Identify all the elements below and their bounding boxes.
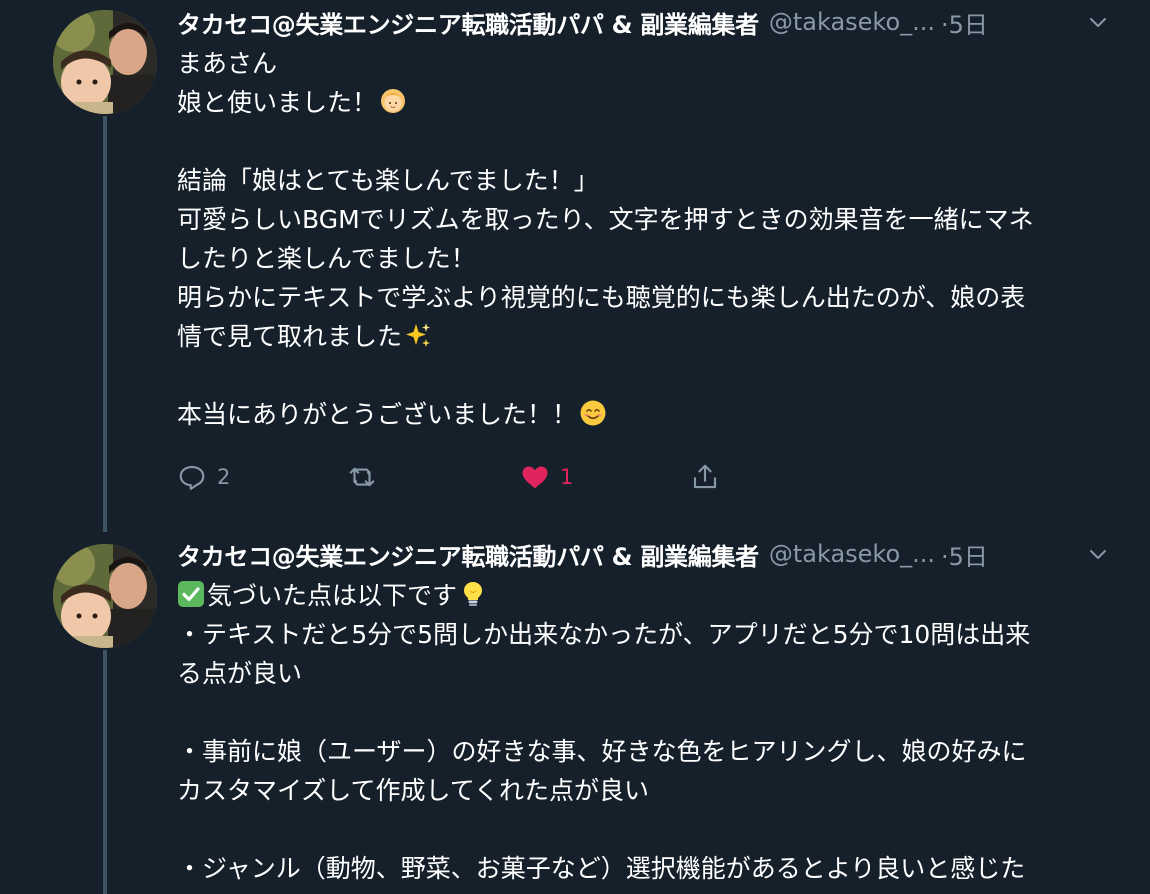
tweet[interactable]: タカセコ@失業エンジニア転職活動パパ & 副業編集者 @takaseko_...… [0,0,1150,530]
share-button[interactable] [690,457,720,497]
display-name[interactable]: タカセコ@失業エンジニア転職活動パパ & 副業編集者 [177,537,759,572]
tweet-text-line: 可愛らしいBGMでリズムを取ったり、文字を押すときの効果音を一緒にマネ [177,205,1034,234]
tweet-text-line-with-emoji: 本当にありがとうございました！！ [177,395,1117,434]
avatar[interactable] [53,544,157,648]
tweet-timestamp[interactable]: ·5日 [941,5,988,40]
girl-emoji [379,87,407,115]
user-handle[interactable]: @takaseko_... [769,8,935,36]
like-button[interactable]: 1 [520,457,573,497]
tweet-body: 気づいた点は以下です ・テキストだと5分で5問しか出来なかったが、アプリだと5分… [177,576,1117,888]
heart-icon [522,466,548,489]
comment-icon [179,465,205,490]
tweet-header: タカセコ@失業エンジニア転職活動パパ & 副業編集者 @takaseko_...… [177,534,1110,574]
tweet-text: 気づいた点は以下です [207,581,458,610]
tweet-text: 情で見て取れました [177,322,403,351]
tweet-text: 娘と使いました！ [177,88,378,117]
tweet-text-line [177,810,1117,849]
tweet-text: 本当にありがとうございました！！ [177,400,578,429]
user-handle[interactable]: @takaseko_... [769,540,935,568]
check-mark-button-emoji [177,580,205,608]
reply-count: 2 [217,465,231,489]
smiling-face-emoji [579,399,607,427]
tweet-text-line-with-emoji: 娘と使いました！ [177,83,1117,122]
timeline: タカセコ@失業エンジニア転職活動パパ & 副業編集者 @takaseko_...… [0,0,1150,894]
tweet-body: まあさん 娘と使いました！ 結論「娘はとても楽しんでました！」 可愛らしいBGM… [177,44,1117,434]
retweet-icon [349,467,375,487]
share-icon [693,464,717,489]
tweet[interactable]: タカセコ@失業エンジニア転職活動パパ & 副業編集者 @takaseko_...… [0,534,1150,894]
tweet-timestamp[interactable]: ·5日 [941,537,988,572]
chevron-down-icon[interactable] [1086,542,1110,566]
like-count: 1 [560,465,574,489]
tweet-text-line: ・事前に娘（ユーザー）の好きな事、好きな色をヒアリングし、娘の好みに [177,737,1027,766]
tweet-text-line: 明らかにテキストで学ぶより視覚的にも聴覚的にも楽しん出たのが、娘の表 [177,283,1026,312]
tweet-text-line [177,356,1117,395]
tweet-text-line [177,122,1117,161]
tweet-text-line: 結論「娘はとても楽しんでました！」 [177,166,599,195]
tweet-text-line: カスタマイズして作成してくれた点が良い [177,776,650,805]
tweet-text-line: したりと楽しんでました！ [177,244,476,273]
avatar[interactable] [53,10,157,114]
tweet-text-line: ・ジャンル（動物、野菜、お菓子など）選択機能があるとより良いと感じた [177,854,1026,883]
tweet-text-line [177,693,1117,732]
retweet-button[interactable] [347,457,387,497]
sparkles-emoji [404,321,432,349]
chevron-down-icon[interactable] [1086,10,1110,34]
tweet-text-line-with-emoji: 情で見て取れました [177,317,1117,356]
tweet-text-line: ・テキストだと5分で5問しか出来なかったが、アプリだと5分で10問は出来 [177,620,1031,649]
tweet-header: タカセコ@失業エンジニア転職活動パパ & 副業編集者 @takaseko_...… [177,2,1110,42]
tweet-text-line: まあさん [177,49,278,78]
display-name[interactable]: タカセコ@失業エンジニア転職活動パパ & 副業編集者 [177,5,759,40]
reply-button[interactable]: 2 [177,457,230,497]
tweet-text-line-with-emoji: 気づいた点は以下です [177,576,1117,615]
light-bulb-emoji [459,580,487,608]
tweet-text-line: る点が良い [177,659,303,688]
tweet-actions: 2 1 [177,457,737,497]
